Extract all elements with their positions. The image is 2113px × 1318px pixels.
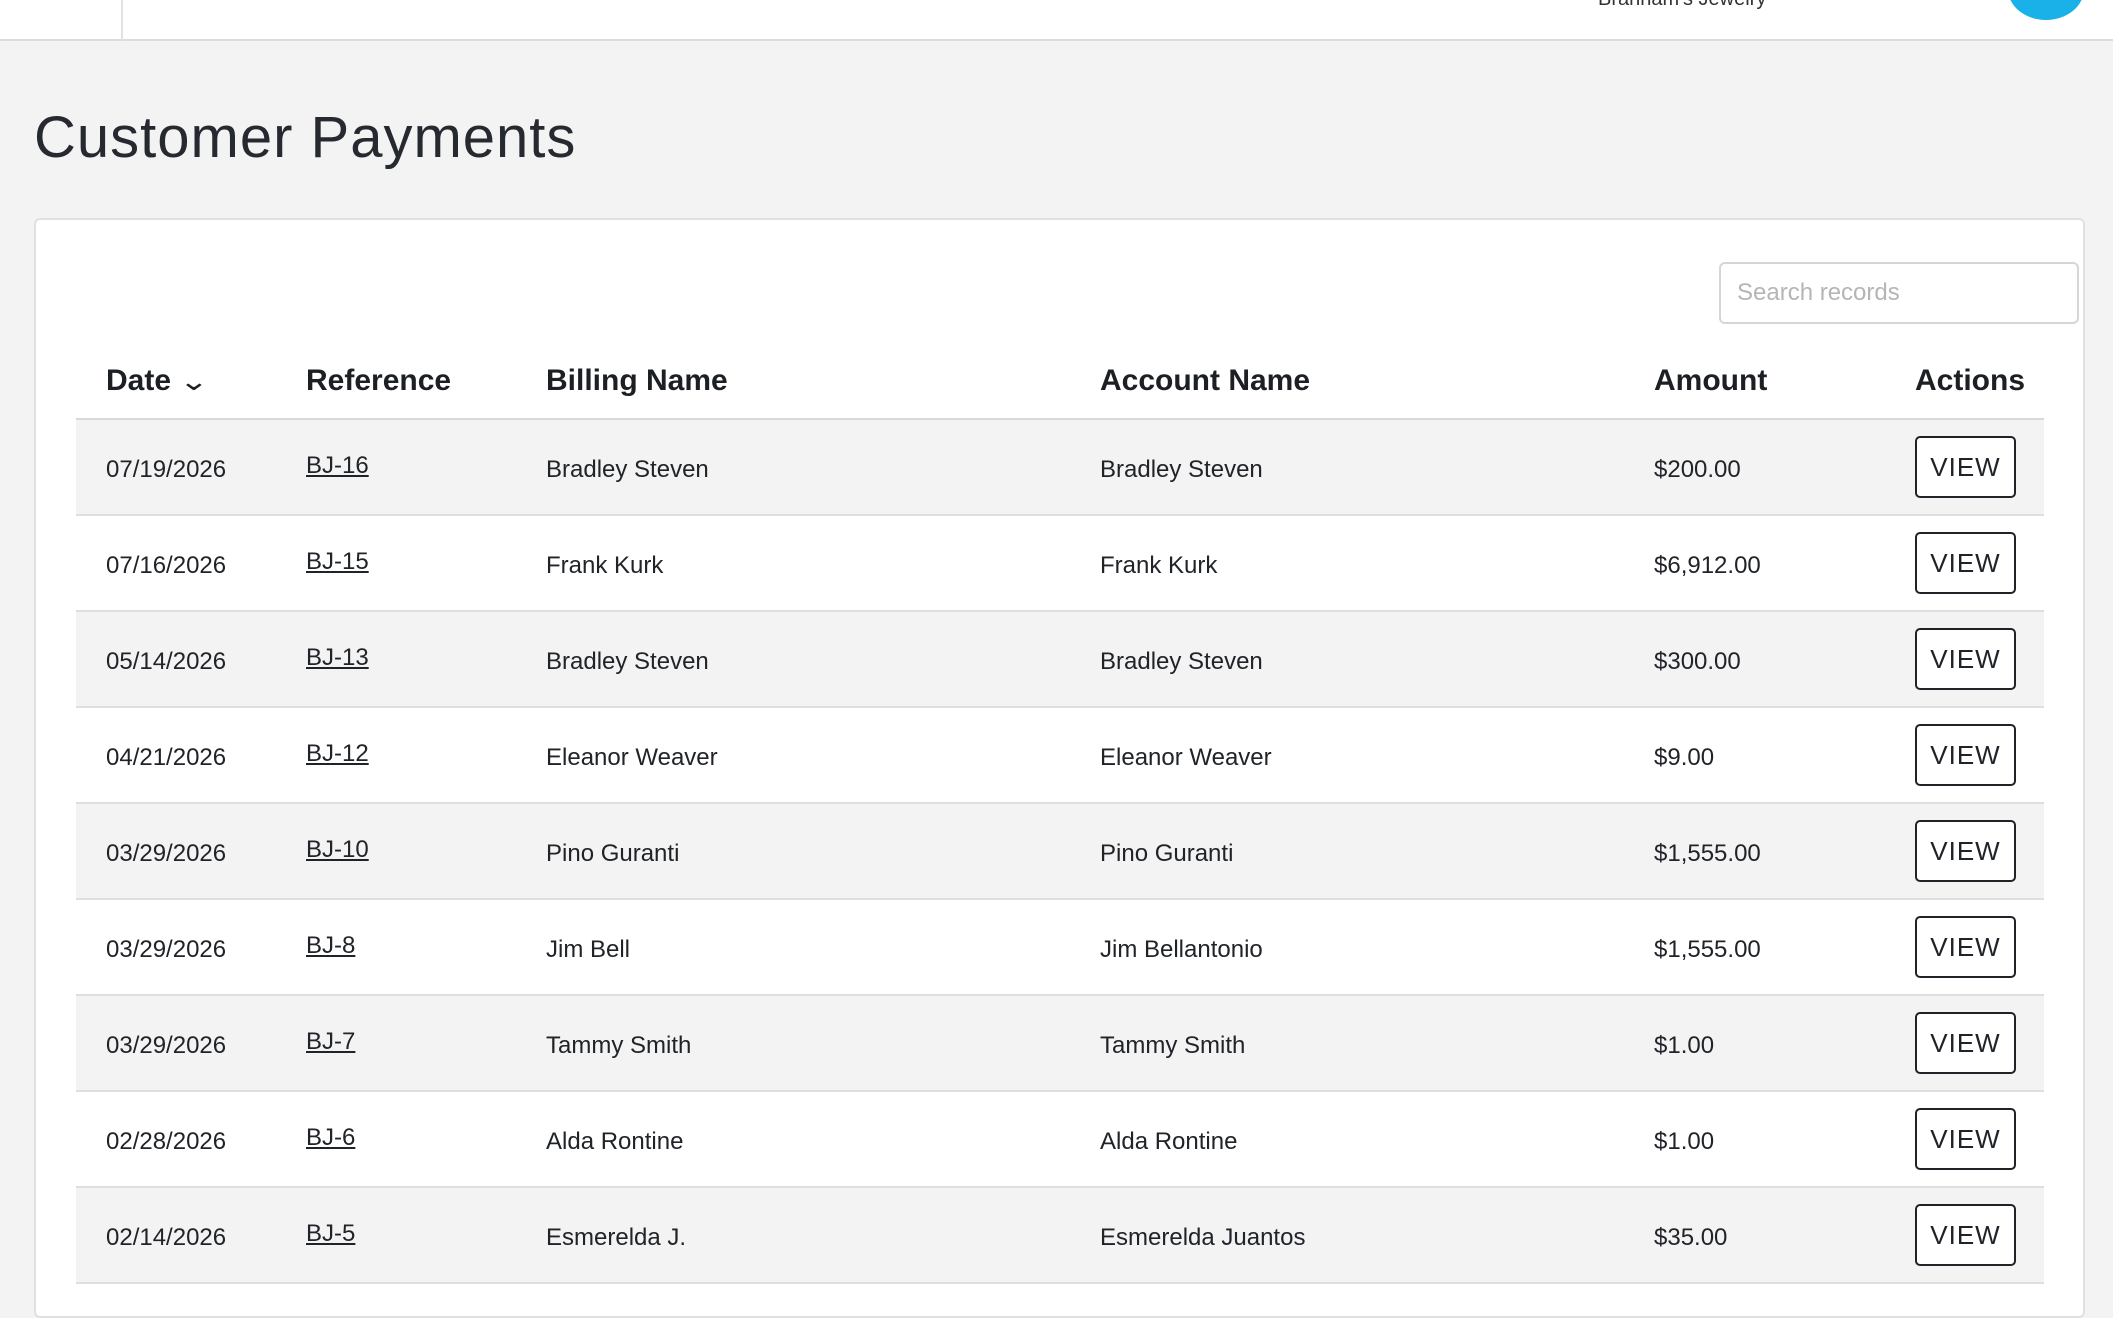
- billing-name: Bradley Steven: [546, 456, 709, 483]
- reference-link[interactable]: BJ-16: [306, 452, 369, 480]
- payment-amount: $1,555.00: [1654, 936, 1761, 963]
- table-row: 05/14/2026 BJ-13 Bradley Steven Bradley Ste…: [76, 612, 2044, 708]
- payment-amount: $6,912.00: [1654, 552, 1761, 579]
- billing-name: Bradley Steven: [546, 648, 709, 675]
- page-title: Customer Payments: [34, 105, 577, 170]
- account-name: Bradley Steven: [1100, 648, 1263, 675]
- billing-name: Jim Bell: [546, 936, 631, 963]
- billing-name: Tammy Smith: [546, 1032, 692, 1059]
- account-name: Esmerelda Juantos: [1100, 1224, 1306, 1251]
- view-button[interactable]: VIEW: [1915, 820, 2016, 882]
- table-row: 02/14/2026 BJ-5 Esmerelda J. Esmerelda Juan…: [76, 1188, 2044, 1284]
- payment-date: 03/29/2026: [106, 1032, 227, 1059]
- billing-name: Esmerelda J.: [546, 1224, 687, 1251]
- reference-link[interactable]: BJ-12: [306, 740, 369, 768]
- payment-date: 03/29/2026: [106, 936, 227, 963]
- payment-amount: $300.00: [1654, 648, 1741, 675]
- view-button[interactable]: VIEW: [1915, 436, 2016, 498]
- view-button[interactable]: VIEW: [1915, 532, 2016, 594]
- reference-link[interactable]: BJ-6: [306, 1124, 355, 1152]
- payment-date: 02/28/2026: [106, 1128, 227, 1155]
- payment-amount: $200.00: [1654, 456, 1741, 483]
- company-name: Branham's Jewelry: [1598, 0, 1766, 11]
- user-avatar[interactable]: [2008, 0, 2084, 20]
- account-name: Bradley Steven: [1100, 456, 1263, 483]
- payment-date: 03/29/2026: [106, 840, 227, 867]
- payment-date: 07/19/2026: [106, 456, 227, 483]
- billing-name: Frank Kurk: [546, 552, 664, 579]
- account-name: Jim Bellantonio: [1100, 936, 1263, 963]
- top-bar: Branham's Jewelry: [0, 0, 2113, 41]
- column-header-billing-name: Billing Name: [546, 364, 728, 397]
- payment-amount: $1.00: [1654, 1128, 1715, 1155]
- account-name: Pino Guranti: [1100, 840, 1234, 867]
- reference-link[interactable]: BJ-15: [306, 548, 369, 576]
- reference-link[interactable]: BJ-13: [306, 644, 369, 672]
- search-input[interactable]: [1719, 262, 2079, 324]
- payment-date: 05/14/2026: [106, 648, 227, 675]
- account-name: Eleanor Weaver: [1100, 744, 1272, 771]
- payment-amount: $1,555.00: [1654, 840, 1761, 867]
- column-header-date[interactable]: Date ⌄: [106, 364, 209, 398]
- view-button[interactable]: VIEW: [1915, 1108, 2016, 1170]
- payment-amount: $9.00: [1654, 744, 1715, 771]
- view-button[interactable]: VIEW: [1915, 628, 2016, 690]
- table-row: 07/16/2026 BJ-15 Frank Kurk Frank Kurk $6,91…: [76, 516, 2044, 612]
- column-header-reference: Reference: [306, 364, 452, 397]
- reference-link[interactable]: BJ-7: [306, 1028, 355, 1056]
- table-row: 03/29/2026 BJ-10 Pino Guranti Pino Guranti $…: [76, 804, 2044, 900]
- view-button[interactable]: VIEW: [1915, 1204, 2016, 1266]
- column-header-account-name: Account Name: [1100, 364, 1311, 397]
- column-header-amount: Amount: [1654, 364, 1768, 397]
- view-button[interactable]: VIEW: [1915, 724, 2016, 786]
- billing-name: Alda Rontine: [546, 1128, 684, 1155]
- reference-link[interactable]: BJ-10: [306, 836, 369, 864]
- account-name: Tammy Smith: [1100, 1032, 1246, 1059]
- billing-name: Eleanor Weaver: [546, 744, 718, 771]
- view-button[interactable]: VIEW: [1915, 916, 2016, 978]
- table-row: 07/19/2026 BJ-16 Bradley Steven Bradley Ste…: [76, 420, 2044, 516]
- table-row: 03/29/2026 BJ-8 Jim Bell Jim Bellantonio $1,…: [76, 900, 2044, 996]
- payment-date: 04/21/2026: [106, 744, 227, 771]
- payments-table: Date ⌄ Reference Billing Name Account Nam…: [76, 336, 2044, 1284]
- column-header-actions: Actions: [1915, 364, 2026, 397]
- view-button[interactable]: VIEW: [1915, 1012, 2016, 1074]
- reference-link[interactable]: BJ-8: [306, 932, 355, 960]
- table-row: 03/29/2026 BJ-7 Tammy Smith Tammy Smith $1.0…: [76, 996, 2044, 1092]
- billing-name: Pino Guranti: [546, 840, 680, 867]
- payments-card: Date⌄ Reference Billing Name Account Nam…: [34, 218, 2085, 1318]
- table-header: Date ⌄ Reference Billing Name Account Nam…: [76, 336, 2044, 420]
- topbar-divider: [121, 0, 123, 41]
- table-row: 04/21/2026 BJ-12 Eleanor Weaver Eleanor Wea…: [76, 708, 2044, 804]
- payment-date: 07/16/2026: [106, 552, 227, 579]
- table-row: 02/28/2026 BJ-6 Alda Rontine Alda Rontine $1…: [76, 1092, 2044, 1188]
- payment-amount: $35.00: [1654, 1224, 1728, 1251]
- payment-date: 02/14/2026: [106, 1224, 227, 1251]
- reference-link[interactable]: BJ-5: [306, 1220, 355, 1248]
- payment-amount: $1.00: [1654, 1032, 1715, 1059]
- account-name: Alda Rontine: [1100, 1128, 1238, 1155]
- account-name: Frank Kurk: [1100, 552, 1218, 579]
- chevron-down-icon[interactable]: ⌄: [179, 366, 210, 397]
- column-header-date-label: Date: [106, 364, 172, 397]
- table-body: 07/19/2026 BJ-16 Bradley Steven Bradley Ste…: [76, 420, 2044, 1284]
